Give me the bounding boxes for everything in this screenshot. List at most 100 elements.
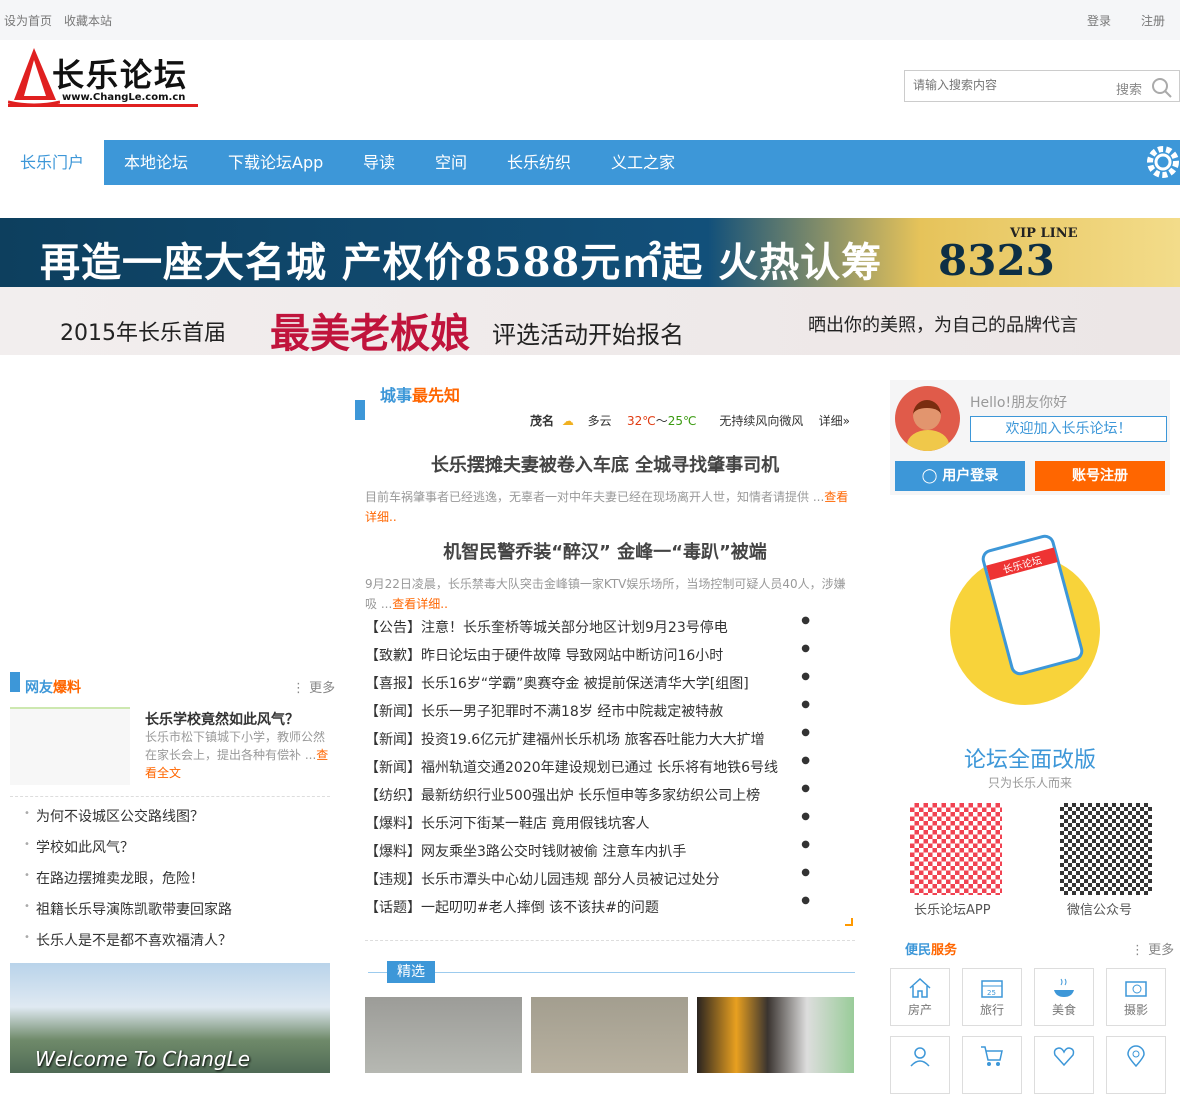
bullet-icon: ● [801, 727, 810, 738]
bullet-icon: ● [801, 839, 810, 850]
city-title: 城事最先知 [380, 386, 461, 405]
logo-underline [8, 104, 198, 107]
featured-image[interactable] [365, 997, 522, 1073]
list-item[interactable]: 为何不设城区公交路线图？ [24, 806, 204, 826]
news-item[interactable]: 【新闻】投资19.6亿元扩建福州长乐机场 旅客吞吐能力大大扩增 ● [365, 727, 810, 749]
banner-main: 最美老板娘 [270, 311, 470, 357]
nav-guide[interactable]: 导读 [363, 140, 395, 185]
gear-icon[interactable] [1146, 145, 1180, 179]
promo-subtitle: 只为长乐人而来 [987, 776, 1072, 790]
service-food[interactable]: 美食 [1034, 968, 1094, 1026]
site-logo[interactable]: 长乐论坛 www.ChangLe.com.cn [7, 46, 198, 108]
welcome-button[interactable]: 欢迎加入长乐论坛！ [970, 416, 1167, 442]
bullet-icon: ● [801, 699, 810, 710]
cart-icon [981, 1046, 1003, 1066]
bullet-icon: ● [801, 643, 810, 654]
news-title: 【新闻】投资19.6亿元扩建福州长乐机场 旅客吞吐能力大大扩增 [365, 732, 765, 748]
headline-1-summary: 目前车祸肇事者已经逃逸，无辜者一对中年夫妻已经在现场离开人世，知情者请提供 ..… [365, 490, 849, 524]
nav-textile[interactable]: 长乐纺织 [507, 140, 571, 185]
weather-city: 茂名 [530, 414, 555, 428]
headline-2-link[interactable]: 查看详细.. [392, 597, 448, 611]
featured-image[interactable] [697, 997, 854, 1073]
news-title: 【纺织】最新纺织行业500强出炉 长乐恒申等多家纺织公司上榜 [365, 788, 761, 804]
bullet-icon: ● [801, 811, 810, 822]
promo-title: 论坛全面改版 [963, 748, 1096, 773]
news-title: 【爆料】网友乘坐3路公交时钱财被偷 注意车内扒手 [365, 844, 687, 860]
news-title: 【喜报】长乐16岁“学霸”奥赛夺金 被提前保送清华大学[组图] [365, 676, 749, 692]
nav-home[interactable]: 长乐门户 [0, 140, 104, 185]
services-title: 便民服务 [905, 943, 958, 958]
news-title: 【爆料】长乐河下街某一鞋店 竟用假钱坑客人 [365, 816, 650, 832]
nav-download-app[interactable]: 下载论坛App [228, 140, 323, 185]
featured-rule [368, 972, 855, 973]
search-button[interactable]: 搜索 [1116, 79, 1142, 98]
section-marker [355, 400, 365, 420]
bullet-icon: ● [801, 615, 810, 626]
weather-detail-link[interactable]: 详细» [819, 414, 850, 428]
wechat-qr-label: 微信公众号 [1067, 903, 1133, 918]
service-location[interactable] [1106, 1036, 1166, 1094]
baoliao-thumbnail[interactable] [10, 707, 130, 785]
main-nav: 长乐门户 本地论坛 下载论坛App 导读 空间 长乐纺织 义工之家 [0, 140, 1180, 185]
news-title: 【公告】注意！长乐奎桥等城关部分地区计划9月23号停电 [365, 620, 728, 636]
news-item[interactable]: 【公告】注意！长乐奎桥等城关部分地区计划9月23号停电 ● [365, 615, 810, 637]
services-more-link[interactable]: ⋮ 更多 [1131, 939, 1174, 958]
news-item[interactable]: 【爆料】网友乘坐3路公交时钱财被偷 注意车内扒手 ● [365, 839, 810, 861]
service-real-estate[interactable]: 房产 [890, 968, 950, 1026]
news-item[interactable]: 【违规】长乐市潭头中心幼儿园违规 部分人员被记过处分 ● [365, 867, 810, 889]
news-item[interactable]: 【致歉】昨日论坛由于硬件故障 导致网站中断访问16小时 ● [365, 643, 810, 665]
top-bar: 设为首页 收藏本站 登录 注册 [0, 0, 1180, 40]
register-button[interactable]: 账号注册 [1035, 461, 1165, 491]
service-photo[interactable]: 摄影 [1106, 968, 1166, 1026]
baoliao-more-link[interactable]: ⋮ 更多 [292, 677, 335, 696]
headline-1[interactable]: 长乐摆摊夫妻被卷入车底 全城寻找肇事司机 [365, 451, 845, 477]
list-item[interactable]: 长乐人是不是都不喜欢福清人？ [24, 930, 232, 950]
news-item[interactable]: 【爆料】长乐河下街某一鞋店 竟用假钱坑客人 ● [365, 811, 810, 833]
nav-volunteer[interactable]: 义工之家 [611, 140, 675, 185]
weather-cloud-icon: ☁ [561, 414, 574, 428]
headline-2-summary: 9月22日凌晨，长乐禁毒大队突击金峰镇一家KTV娱乐场所，当场控制可疑人员40人… [365, 577, 846, 611]
corner-mark [845, 918, 853, 926]
banner-property-ad[interactable]: 再造一座大名城 产权价8588元㎡起 火热认筹 VIP LINE 8323 16… [0, 218, 1180, 334]
service-travel[interactable]: 25 旅行 [962, 968, 1022, 1026]
service-person[interactable] [890, 1036, 950, 1094]
greeting: Hello!朋友你好 [970, 395, 1068, 411]
city-image[interactable]: Welcome To ChangLe [10, 963, 330, 1073]
service-favorite[interactable] [1034, 1036, 1094, 1094]
camera-icon [1125, 981, 1147, 997]
calendar-icon: 25 [981, 980, 1003, 998]
service-shopping[interactable] [962, 1036, 1022, 1094]
weather-condition: 多云 [587, 414, 612, 428]
login-link[interactable]: 登录 [1087, 12, 1111, 29]
login-button[interactable]: ◯ 用户登录 [895, 461, 1025, 491]
user-icon: ◯ [921, 468, 943, 484]
list-item[interactable]: 学校如此风气？ [24, 837, 134, 857]
divider [10, 796, 330, 797]
list-item[interactable]: 祖籍长乐导演陈凯歌带妻回家路 [24, 899, 232, 919]
news-item[interactable]: 【话题】一起叨叨#老人摔倒 该不该扶#的问题 ● [365, 895, 810, 917]
news-item[interactable]: 【纺织】最新纺织行业500强出炉 长乐恒申等多家纺织公司上榜 ● [365, 783, 810, 805]
bookmark-link[interactable]: 收藏本站 [64, 12, 112, 29]
wechat-qr-code [1060, 803, 1152, 895]
promo-graphic[interactable]: 长乐论坛 [945, 525, 1130, 710]
featured-image[interactable] [531, 997, 688, 1073]
search-icon[interactable] [1151, 77, 1173, 99]
news-item[interactable]: 【喜报】长乐16岁“学霸”奥赛夺金 被提前保送清华大学[组图] ● [365, 671, 810, 693]
bullet-icon: ● [801, 783, 810, 794]
banner-contest-ad[interactable]: 2015年长乐首届 最美老板娘 评选活动开始报名 晒出你的美照，为自己的品牌代言 [0, 287, 1180, 357]
set-home-link[interactable]: 设为首页 [4, 12, 52, 29]
banner-slogan: 晒出你的美照，为自己的品牌代言 [808, 315, 1078, 336]
search-input[interactable] [913, 78, 1103, 92]
nav-local-forum[interactable]: 本地论坛 [124, 140, 188, 185]
news-item[interactable]: 【新闻】长乐一男子犯罪时不满18岁 经市中院裁定被特赦 ● [365, 699, 810, 721]
nav-space[interactable]: 空间 [435, 140, 467, 185]
banner-text: 再造一座大名城 产权价8588元㎡起 火热认筹 [40, 239, 883, 286]
list-item[interactable]: 在路边摆摊卖龙眼，危险！ [24, 868, 204, 888]
baoliao-title: 网友爆料 [25, 680, 81, 696]
feature-title[interactable]: 长乐学校竟然如此风气？ [145, 709, 299, 729]
search-box: 搜索 [904, 70, 1180, 102]
news-title: 【新闻】福州轨道交通2020年建设规划已通过 长乐将有地铁6号线 [365, 760, 778, 776]
register-link[interactable]: 注册 [1141, 12, 1165, 29]
news-item[interactable]: 【新闻】福州轨道交通2020年建设规划已通过 长乐将有地铁6号线 ● [365, 755, 810, 777]
headline-2[interactable]: 机智民警乔装“醉汉” 金峰一“毒趴”被端 [365, 538, 845, 564]
